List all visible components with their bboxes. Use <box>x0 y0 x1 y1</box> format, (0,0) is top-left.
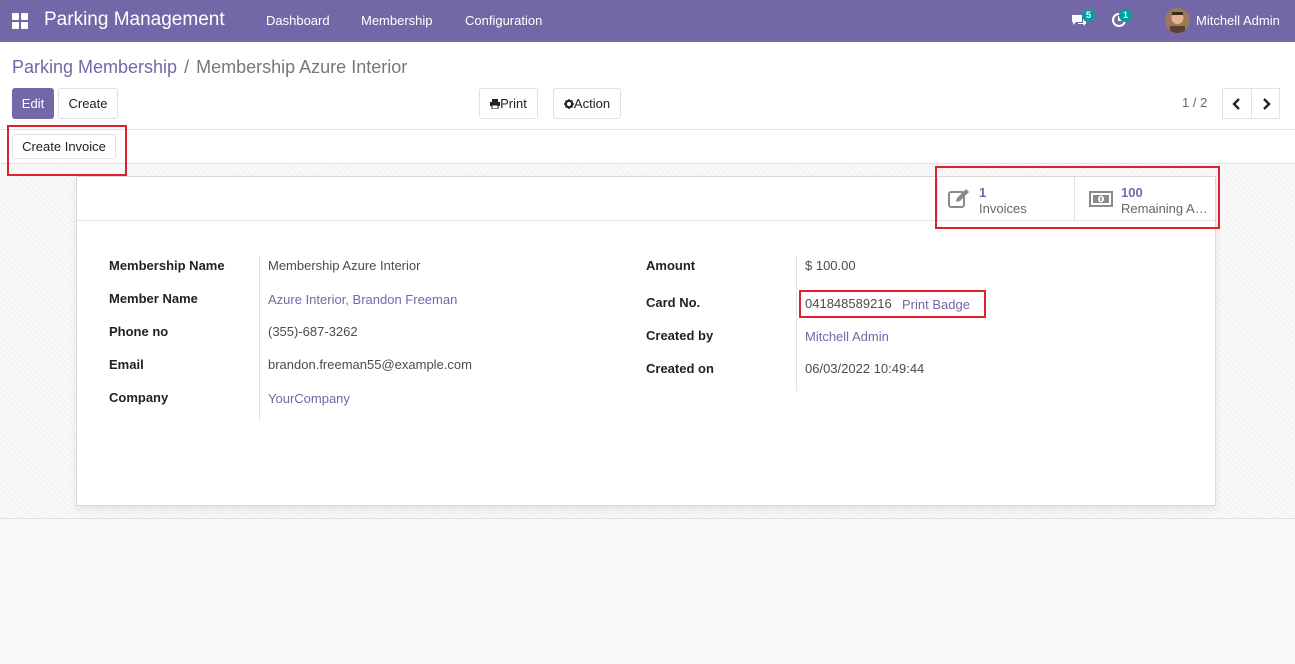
activity-count-badge: 1 <box>1119 9 1132 22</box>
chat-count-badge: 5 <box>1082 9 1095 22</box>
gear-icon <box>563 90 574 119</box>
amount-value: $ 100.00 <box>805 258 856 273</box>
company-link[interactable]: YourCompany <box>268 391 350 406</box>
user-menu[interactable]: Mitchell Admin <box>1196 13 1280 28</box>
phone-value: (355)-687-3262 <box>268 324 358 339</box>
member-name-label: Member Name <box>109 291 198 306</box>
action-button[interactable]: Action <box>553 88 621 119</box>
print-icon <box>490 90 501 119</box>
form-sheet: 1 Invoices 100 Remaining A… Membership N… <box>76 176 1216 506</box>
money-icon <box>1089 191 1113 210</box>
pager-previous-button[interactable] <box>1222 88 1252 119</box>
remaining-amount-label: Remaining A… <box>1121 201 1208 216</box>
control-panel: Parking Membership / Membership Azure In… <box>0 42 1295 130</box>
print-badge-button[interactable]: Print Badge <box>902 297 970 312</box>
created-on-label: Created on <box>646 361 714 376</box>
breadcrumb-current: Membership Azure Interior <box>196 57 408 77</box>
app-brand[interactable]: Parking Management <box>44 9 225 31</box>
membership-name-label: Membership Name <box>109 258 225 273</box>
remaining-amount-smart-button[interactable]: 100 Remaining A… <box>1074 177 1215 220</box>
created-by-link[interactable]: Mitchell Admin <box>805 329 889 344</box>
pager-value[interactable]: 1 / 2 <box>1182 95 1207 110</box>
email-value: brandon.freeman55@example.com <box>268 357 472 372</box>
card-no-value: 041848589216 <box>805 296 892 311</box>
created-on-value: 06/03/2022 10:49:44 <box>805 361 925 376</box>
top-navbar: Parking Management Dashboard Membership … <box>0 0 1295 42</box>
right-group-separator <box>796 256 797 391</box>
menu-configuration[interactable]: Configuration <box>465 13 542 28</box>
company-label: Company <box>109 390 169 405</box>
created-by-label: Created by <box>646 328 714 343</box>
form-statusbar: Create Invoice <box>0 130 1295 164</box>
breadcrumb-separator: / <box>184 57 190 77</box>
create-button[interactable]: Create <box>58 88 118 119</box>
edit-icon <box>948 189 970 212</box>
phone-label: Phone no <box>109 324 169 339</box>
breadcrumb-parent[interactable]: Parking Membership <box>12 57 177 77</box>
invoices-smart-button[interactable]: 1 Invoices <box>937 177 1074 220</box>
chevron-left-icon <box>1232 98 1240 110</box>
pager-next-button[interactable] <box>1251 88 1280 119</box>
member-name-link[interactable]: Azure Interior, Brandon Freeman <box>268 292 457 307</box>
menu-membership[interactable]: Membership <box>361 13 433 28</box>
print-label: Print <box>500 96 527 111</box>
left-group-separator <box>259 256 260 420</box>
membership-name-value: Membership Azure Interior <box>268 258 421 273</box>
invoices-label: Invoices <box>979 201 1027 216</box>
menu-dashboard[interactable]: Dashboard <box>266 13 330 28</box>
apps-menu-icon[interactable] <box>12 13 28 29</box>
amount-label: Amount <box>646 258 696 273</box>
invoices-count: 1 <box>979 185 987 200</box>
breadcrumb: Parking Membership / Membership Azure In… <box>12 57 407 78</box>
chevron-right-icon <box>1263 98 1271 110</box>
button-box-divider <box>77 220 1215 221</box>
email-label: Email <box>109 357 144 372</box>
remaining-amount-value: 100 <box>1121 185 1143 200</box>
action-label: Action <box>573 96 611 111</box>
create-invoice-button[interactable]: Create Invoice <box>12 134 116 159</box>
edit-button[interactable]: Edit <box>12 88 54 119</box>
user-avatar[interactable] <box>1165 8 1190 33</box>
print-button[interactable]: Print <box>479 88 538 119</box>
card-no-label: Card No. <box>646 295 701 310</box>
